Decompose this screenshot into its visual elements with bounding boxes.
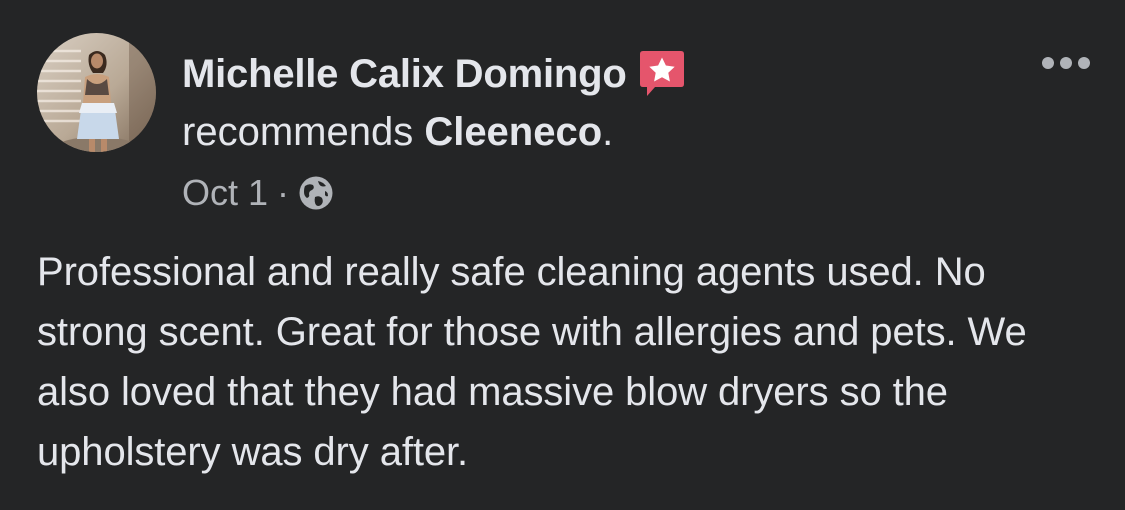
author-line: Michelle Calix Domingo — [182, 48, 687, 100]
meta-separator: · — [277, 172, 290, 213]
more-options-icon — [1042, 57, 1090, 69]
recommends-suffix: . — [602, 110, 614, 154]
post-meta: Oct 1 · — [182, 170, 334, 216]
more-options-button[interactable] — [1036, 48, 1096, 78]
recommendation-post: Michelle Calix Domingo recommends Cleene… — [0, 0, 1125, 510]
recommend-star-icon — [637, 49, 687, 99]
author-name[interactable]: Michelle Calix Domingo — [182, 52, 627, 97]
recommend-line: recommends Cleeneco. — [182, 110, 613, 155]
avatar[interactable] — [37, 33, 156, 152]
post-date[interactable]: Oct 1 — [182, 172, 268, 214]
post-body: Professional and really safe cleaning ag… — [37, 250, 1027, 474]
recommends-text: recommends — [182, 110, 425, 154]
globe-icon — [298, 175, 334, 211]
page-name-link[interactable]: Cleeneco — [424, 110, 602, 154]
